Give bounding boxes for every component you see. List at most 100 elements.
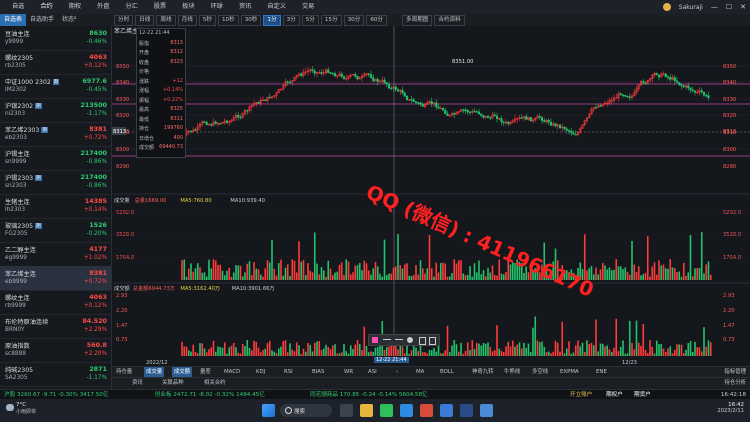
watchlist-row[interactable]: 螺纹主连 rb9999 4063 +0.12% (0, 290, 111, 315)
trading-app-icon[interactable] (460, 404, 473, 417)
candle-body (558, 124, 562, 129)
menu-item[interactable]: 外盘 (89, 0, 117, 15)
task-view-icon[interactable] (340, 404, 353, 417)
watchlist-row[interactable]: 中证1000 2302 期 IM2302 6977.6 -0.45% (0, 74, 111, 99)
store-icon[interactable] (440, 404, 453, 417)
watchlist-name: 螺纹主连 (5, 293, 30, 302)
period-button[interactable]: 30秒 (240, 15, 262, 26)
watchlist-row[interactable]: 沪银2302 期 ni2303 213500 -1.17% (0, 98, 111, 123)
close-button[interactable]: ✕ (740, 3, 746, 11)
sidebar-tab[interactable]: 状态⁸ (58, 14, 80, 26)
watchlist-row[interactable]: 玻璃2305 期 FG2305 1526 -0.20% (0, 218, 111, 243)
line-tool-icon[interactable] (383, 339, 391, 340)
chart-app-icon[interactable] (480, 404, 493, 417)
user-name[interactable]: Sakuraji (679, 4, 703, 11)
period-button[interactable]: 5分 (301, 15, 319, 26)
period-button[interactable]: 5秒 (198, 15, 216, 26)
period-button[interactable]: 周线 (156, 15, 176, 26)
volume-bar (662, 264, 665, 280)
volume-bar (691, 276, 694, 280)
amount-bar (244, 346, 246, 356)
period-button[interactable]: 分时 (114, 15, 134, 26)
menu-item[interactable]: 板块 (174, 0, 202, 15)
delete-icon[interactable] (429, 337, 436, 345)
sidebar-tab[interactable]: 自选表 (0, 14, 27, 26)
volume-bar (214, 260, 217, 280)
period-button[interactable]: 日线 (135, 15, 155, 26)
amount-bar (426, 353, 429, 356)
browser-icon[interactable] (400, 404, 413, 417)
menu-item[interactable]: 自选 (4, 0, 32, 15)
menu-item[interactable]: 分汇 (118, 0, 146, 15)
file-explorer-icon[interactable] (360, 404, 373, 417)
menu-item[interactable]: 交易 (294, 0, 322, 15)
amount-bar (622, 340, 624, 356)
period-button[interactable]: 10秒 (217, 15, 239, 26)
amount-header-item: MA5:3162.40万 (180, 285, 220, 292)
watchlist-row[interactable]: 原油指数 sc8888 560.8 +2.20% (0, 338, 111, 363)
watchlist-row[interactable]: 沪锡主连 sn9999 217400 -0.86% (0, 146, 111, 171)
maximize-button[interactable]: ☐ (726, 3, 732, 11)
period-button[interactable]: 60分 (366, 15, 388, 26)
menu-item[interactable]: 股票 (146, 0, 174, 15)
weather-widget[interactable]: 7°C 小雨即将 (6, 402, 36, 415)
volume-axis-label: 1764.0 (116, 255, 134, 261)
volume-bar (500, 273, 503, 280)
user-avatar-icon[interactable] (662, 3, 671, 11)
kline-chart[interactable]: 8350 8350 8340 8340 8330 8330 8320 8320 8313 8313… (112, 26, 750, 366)
sub-tab[interactable]: 相关合约 (204, 378, 226, 389)
app-icon[interactable] (420, 404, 433, 417)
watchlist-row[interactable]: 生猪主连 lh2303 14385 +0.14% (0, 194, 111, 219)
wechat-icon[interactable] (380, 404, 393, 417)
candle-body (486, 115, 490, 118)
volume-bar (311, 272, 314, 280)
menu-item[interactable]: 合约 (32, 0, 61, 15)
lock-icon[interactable] (419, 337, 426, 345)
amount-bar (248, 348, 251, 356)
drawing-toolbox[interactable] (368, 334, 440, 346)
menu-item[interactable]: 环球 (203, 0, 231, 15)
settings-icon[interactable] (407, 337, 413, 343)
toolbar-extra-button[interactable]: 多周期图 (402, 15, 433, 26)
watchlist-change: -0.86% (86, 183, 107, 189)
toolbar-extra-button[interactable]: 合约资料 (434, 15, 465, 26)
color-swatch-icon[interactable] (372, 337, 378, 343)
period-button[interactable]: 月线 (177, 15, 197, 26)
price-axis-label-right: 8320 (723, 113, 736, 119)
watchlist-row[interactable]: 乙二醇主连 eg9999 4177 +1.02% (0, 242, 111, 267)
windows-start-icon[interactable] (262, 404, 275, 417)
watchlist-price: 560.8 (86, 341, 107, 349)
sub-tab[interactable]: 资讯 (132, 378, 143, 389)
taskbar-clock[interactable]: 16:42 2023/2/11 (717, 402, 744, 414)
amount-bar (556, 342, 559, 356)
menu-item[interactable]: 期权 (61, 0, 89, 15)
contract-badge: 期 (52, 79, 60, 85)
menu-item[interactable]: 自定义 (259, 0, 294, 15)
watchlist-row[interactable]: 螺纹2305 rb2305 4063 +0.12% (0, 50, 111, 75)
watchlist-row[interactable]: 苯乙烯主连 eb9999 8381 +0.72% (0, 266, 111, 291)
amount-bar (631, 342, 633, 356)
minimize-button[interactable]: — (711, 3, 718, 11)
price-axis-label-right: 8310 (723, 130, 736, 136)
position-analysis-button[interactable]: 持仓分析 (724, 378, 746, 389)
watchlist-row[interactable]: 豆油主连 y9999 8630 -0.46% (0, 26, 111, 51)
volume-bar (480, 274, 483, 280)
candle-body (396, 89, 400, 92)
candle-body (441, 107, 445, 111)
amount-axis-label-right: 0.73 (723, 337, 735, 343)
watchlist-row[interactable]: 沪锡2303 期 sn2303 217400 -0.86% (0, 170, 111, 195)
menu-item[interactable]: 资讯 (231, 0, 259, 15)
line-style-icon[interactable] (395, 339, 403, 340)
sub-tab[interactable]: 关联品种 (162, 378, 184, 389)
watchlist-row[interactable]: 布伦特原油连续 BRN0Y 84.520 +2.29% (0, 314, 111, 339)
info-label: 收盘 (139, 59, 150, 66)
taskbar-search[interactable]: 搜索 (280, 404, 332, 417)
amount-bar (628, 320, 631, 356)
watchlist-row[interactable]: 纯碱2305 SA2305 2871 -1.17% (0, 362, 111, 387)
period-button[interactable]: 3分 (282, 15, 300, 26)
sidebar-tab[interactable]: 自选助手 (26, 14, 58, 26)
period-button[interactable]: 1分 (263, 15, 281, 26)
period-button[interactable]: 15分 (320, 15, 342, 26)
watchlist-row[interactable]: 苯乙烯2303 期 eb2303 8381 +0.72% (0, 122, 111, 147)
period-button[interactable]: 30分 (343, 15, 365, 26)
